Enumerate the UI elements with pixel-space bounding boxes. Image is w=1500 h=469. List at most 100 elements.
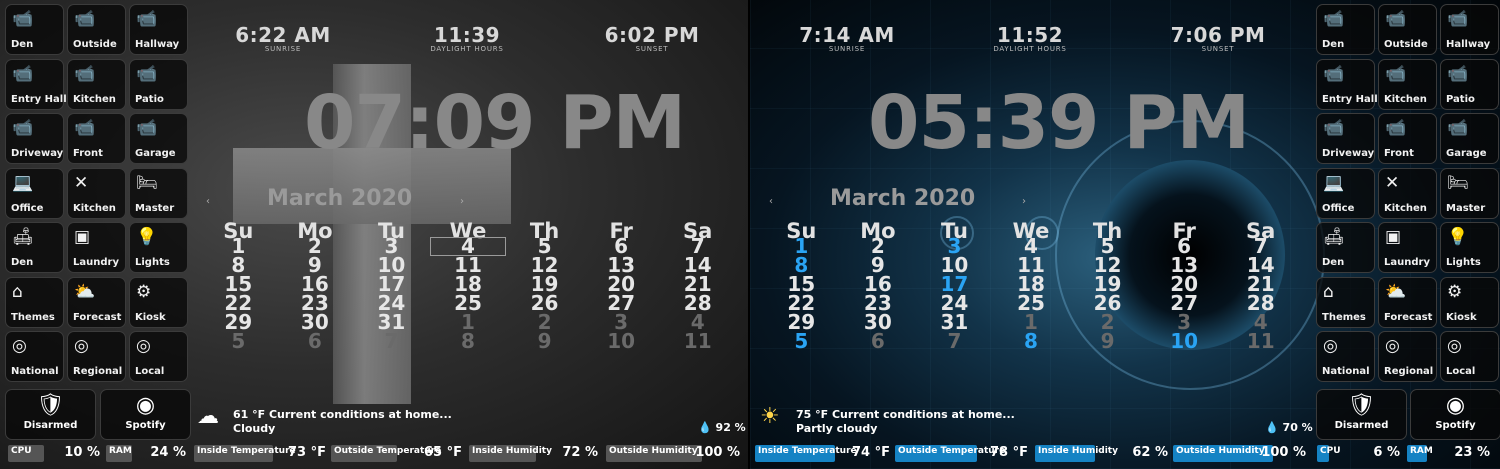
tile-local[interactable]: ◎ Local — [129, 331, 188, 382]
calendar-next-button[interactable]: › — [1022, 196, 1026, 207]
camera-icon: 📹 — [1323, 118, 1345, 138]
tile-office[interactable]: 💻 Office — [1316, 167, 1375, 219]
calendar-day[interactable]: 9 — [506, 331, 583, 351]
tile-kitchen[interactable]: ✕ Kitchen — [1378, 167, 1437, 219]
status-cpu: CPU 6 % — [1317, 445, 1400, 462]
weather-icon: ⛅ — [1385, 281, 1407, 302]
calendar-day[interactable]: 10 — [1146, 331, 1223, 351]
tile-forecast[interactable]: ⛅ Forecast — [67, 276, 126, 328]
tile-kitchen[interactable]: 📹 Kitchen — [1378, 58, 1437, 110]
tile-local[interactable]: ◎ Local — [1440, 331, 1499, 382]
calendar-day[interactable]: 10 — [583, 331, 660, 351]
tile-driveway[interactable]: 📹 Driveway — [1316, 113, 1375, 164]
calendar-day[interactable]: 6 — [277, 331, 354, 351]
tile-kiosk[interactable]: ⚙ Kiosk — [129, 276, 188, 328]
tile-grid: 📹 Den 📹 Outside 📹 Hallway 📹 Entry Hall 📹 Kitchen 📹… — [1316, 4, 1500, 382]
calendar-day[interactable]: 9 — [1069, 331, 1146, 351]
tile-den[interactable]: 🛋 Den — [5, 222, 64, 273]
tile-garage[interactable]: 📹 Garage — [129, 113, 188, 164]
tile-master[interactable]: 🛏 Master — [1440, 167, 1499, 219]
tile-front[interactable]: 📹 Front — [1378, 113, 1437, 164]
camera-icon: 📹 — [12, 63, 34, 84]
calendar-day[interactable]: 7 — [916, 331, 993, 351]
calendar-day[interactable]: 7 — [353, 331, 430, 351]
tile-kitchen[interactable]: ✕ Kitchen — [67, 167, 126, 219]
calendar-day[interactable]: 11 — [659, 331, 736, 351]
main-clock: 05:39 PM — [868, 80, 1250, 166]
tile-den[interactable]: 📹 Den — [1316, 4, 1375, 55]
tile-kitchen[interactable]: 📹 Kitchen — [67, 58, 126, 110]
status-ram: RAM 24 % — [106, 445, 186, 462]
sunrise-stat: 7:14 AM SUNRISE — [782, 23, 912, 53]
tile-label: Garage — [1446, 148, 1487, 159]
status-label: CPU — [1320, 446, 1341, 456]
tile-patio[interactable]: 📹 Patio — [129, 58, 188, 110]
washer-icon: ▣ — [74, 227, 91, 247]
tile-den[interactable]: 📹 Den — [5, 4, 64, 55]
tile-lights[interactable]: 💡 Lights — [129, 222, 188, 273]
tile-lights[interactable]: 💡 Lights — [1440, 222, 1499, 273]
calendar-day[interactable]: 11 — [1222, 331, 1299, 351]
tile-national[interactable]: ◎ National — [1316, 331, 1375, 382]
status-value: 62 % — [1132, 445, 1168, 460]
tile-label: Laundry — [73, 257, 119, 268]
calendar-next-button[interactable]: › — [460, 196, 464, 207]
alarm-button[interactable]: 🛡 Disarmed — [5, 389, 96, 440]
tile-laundry[interactable]: ▣ Laundry — [1378, 222, 1437, 273]
weather-summary[interactable]: ☀ 75 °F Current conditions at home... Pa… — [760, 406, 1015, 436]
bed-icon: 🛏 — [1447, 172, 1469, 193]
tile-outside[interactable]: 📹 Outside — [1378, 4, 1437, 55]
tile-laundry[interactable]: ▣ Laundry — [67, 222, 126, 273]
tile-label: National — [1322, 366, 1370, 377]
tile-front[interactable]: 📹 Front — [67, 113, 126, 164]
daylight-label: DAYLIGHT HOURS — [993, 45, 1067, 53]
tile-master[interactable]: 🛏 Master — [129, 167, 188, 219]
tile-label: Themes — [1322, 311, 1366, 323]
tile-outside[interactable]: 📹 Outside — [67, 4, 126, 55]
spotify-button[interactable]: ◉ Spotify — [1410, 389, 1500, 440]
calendar-day[interactable]: 5 — [200, 331, 277, 351]
calendar-day[interactable]: 8 — [430, 331, 507, 351]
tile-forecast[interactable]: ⛅ Forecast — [1378, 276, 1437, 328]
tile-kiosk[interactable]: ⚙ Kiosk — [1440, 276, 1499, 328]
tile-hallway[interactable]: 📹 Hallway — [1440, 4, 1499, 55]
tile-label: Office — [11, 202, 44, 214]
calendar-prev-button[interactable]: ‹ — [206, 196, 210, 207]
gear-icon: ⚙ — [136, 281, 152, 302]
status-inside-temperature: Inside Temperature 74 °F — [755, 445, 890, 462]
alarm-label: Disarmed — [1334, 420, 1389, 431]
weather-summary[interactable]: ☁ 61 °F Current conditions at home... Cl… — [197, 406, 452, 436]
tile-driveway[interactable]: 📹 Driveway — [5, 113, 64, 164]
status-value: 10 % — [64, 445, 100, 460]
tile-regional[interactable]: ◎ Regional — [67, 331, 126, 382]
calendar-day[interactable]: 6 — [840, 331, 917, 351]
tile-themes[interactable]: ⌂ Themes — [1316, 276, 1375, 328]
status-value: 23 % — [1454, 445, 1490, 460]
tile-themes[interactable]: ⌂ Themes — [5, 276, 64, 328]
spotify-button[interactable]: ◉ Spotify — [100, 389, 191, 440]
tile-label: Kiosk — [1446, 311, 1477, 323]
status-outside-humidity: Outside Humidity 100 % — [606, 445, 740, 462]
calendar-day[interactable]: 8 — [993, 331, 1070, 351]
camera-icon: 📹 — [136, 63, 158, 84]
tile-office[interactable]: 💻 Office — [5, 167, 64, 219]
tile-den[interactable]: 🛋 Den — [1316, 222, 1375, 273]
tile-regional[interactable]: ◎ Regional — [1378, 331, 1437, 382]
tile-entry-hall[interactable]: 📹 Entry Hall — [5, 58, 67, 110]
tile-national[interactable]: ◎ National — [5, 331, 64, 382]
status-value: 6 % — [1373, 445, 1400, 460]
tile-grid: 📹 Den 📹 Outside 📹 Hallway 📹 Entry Hall 📹 Kitchen 📹… — [5, 4, 191, 382]
tile-label: Kitchen — [1384, 202, 1427, 214]
tile-garage[interactable]: 📹 Garage — [1440, 113, 1499, 164]
tile-patio[interactable]: 📹 Patio — [1440, 58, 1499, 110]
tile-label: Kitchen — [1384, 93, 1427, 105]
lightbulb-icon: 💡 — [1447, 227, 1469, 247]
alarm-button[interactable]: 🛡 Disarmed — [1316, 389, 1407, 440]
tile-entry-hall[interactable]: 📹 Entry Hall — [1316, 58, 1378, 110]
sunset-stat: 7:06 PM SUNSET — [1153, 23, 1283, 53]
camera-icon: 📹 — [12, 9, 34, 29]
tile-hallway[interactable]: 📹 Hallway — [129, 4, 188, 55]
calendar-prev-button[interactable]: ‹ — [769, 196, 773, 207]
calendar-day[interactable]: 5 — [763, 331, 840, 351]
tile-label: Forecast — [73, 311, 122, 323]
